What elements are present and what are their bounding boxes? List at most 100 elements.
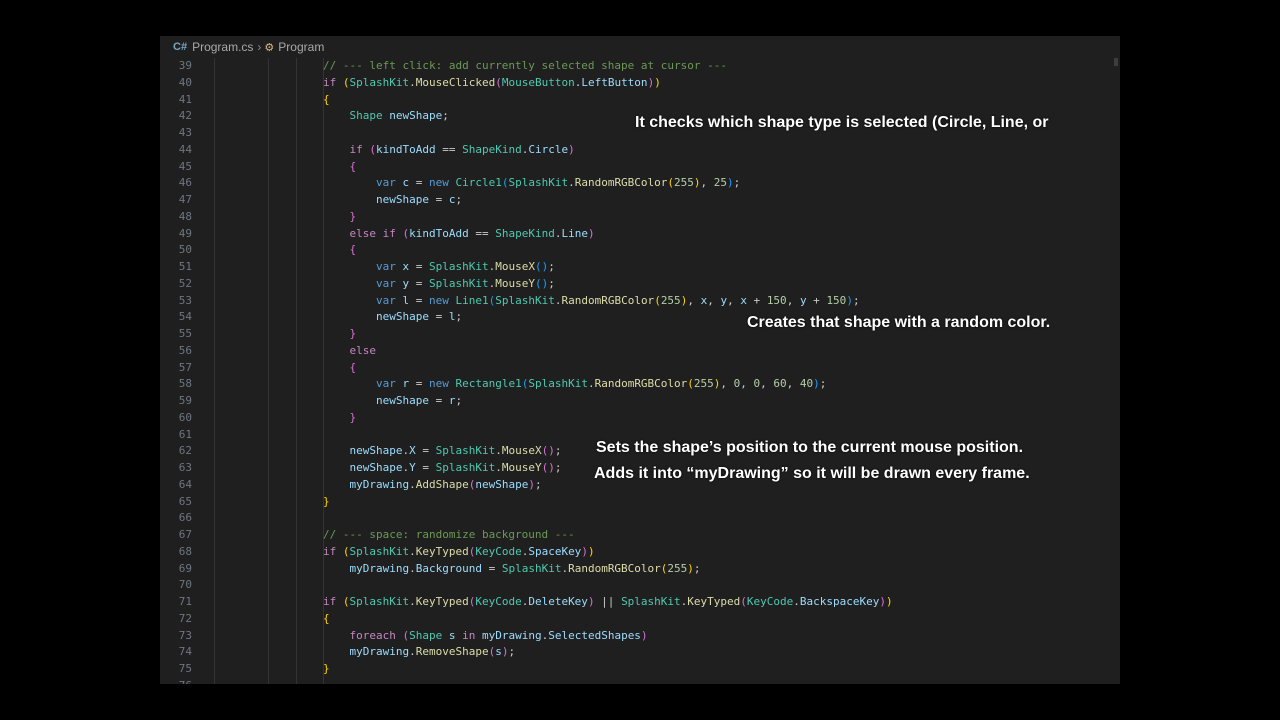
code-token: MouseY (495, 276, 535, 290)
code-line[interactable]: 47 newShape = c; (160, 192, 1120, 209)
code-line[interactable]: 57 { (160, 360, 1120, 377)
code-text: foreach (Shape s in myDrawing.SelectedSh… (323, 628, 648, 645)
code-token: () (541, 461, 555, 474)
code-token: = (409, 176, 429, 190)
code-token: var (375, 260, 403, 273)
code-token: ) (846, 293, 853, 307)
code-token: . (409, 477, 416, 491)
code-token: { (349, 360, 357, 374)
code-token: } (349, 209, 357, 223)
code-token: . (793, 595, 800, 608)
code-line[interactable]: 69 myDrawing.Background = SplashKit.Rand… (160, 561, 1120, 578)
code-line[interactable]: 49 else if (kindToAdd == ShapeKind.Line) (160, 226, 1120, 243)
code-token: Line (561, 226, 588, 240)
code-line[interactable]: 39 // --- left click: add currently selec… (160, 58, 1120, 75)
code-token: , (786, 293, 800, 307)
code-token: = (428, 310, 449, 324)
code-line[interactable]: 44 if (kindToAdd == ShapeKind.Circle) (160, 142, 1120, 159)
code-token: ; (534, 477, 542, 491)
code-token: ( (342, 595, 350, 608)
line-number: 53 (178, 293, 192, 307)
code-line[interactable]: 67 // --- space: randomize background --- (160, 527, 1120, 544)
code-token: myDrawing (481, 628, 542, 642)
code-token: } (349, 327, 357, 340)
code-line[interactable]: 76 (160, 678, 1120, 684)
code-line[interactable]: 72 { (160, 611, 1120, 628)
code-token: SpaceKey (528, 544, 582, 558)
code-token: ; (693, 561, 701, 575)
line-number: 69 (178, 561, 192, 575)
breadcrumb-file[interactable]: C# Program.cs (160, 40, 253, 54)
code-text: else if (kindToAdd == ShapeKind.Line) (323, 226, 595, 243)
code-token: = (409, 377, 429, 391)
code-line[interactable]: 48 } (160, 209, 1120, 226)
code-token: Shape (409, 628, 449, 642)
code-line[interactable]: 53 var l = new Line1(SplashKit.RandomRGB… (160, 293, 1120, 310)
breadcrumb-symbol[interactable]: ⚙ Program (264, 40, 324, 54)
code-line[interactable]: 60 } (160, 410, 1120, 427)
code-line[interactable]: 46 var c = new Circle1(SplashKit.RandomR… (160, 175, 1120, 192)
code-text: } (323, 410, 357, 427)
code-token: Y (409, 461, 416, 474)
code-line[interactable]: 73 foreach (Shape s in myDrawing.Selecte… (160, 628, 1120, 645)
code-token: ) (654, 75, 661, 89)
code-line[interactable]: 71 if (SplashKit.KeyTyped(KeyCode.DeleteK… (160, 594, 1120, 611)
code-token: SplashKit (428, 260, 489, 273)
code-token: , (687, 293, 701, 307)
code-line[interactable]: 65} (160, 494, 1120, 511)
code-line[interactable]: 56 else (160, 343, 1120, 360)
line-number: 54 (178, 310, 192, 324)
code-token: SplashKit (349, 595, 410, 608)
code-token: SplashKit (435, 461, 496, 474)
code-line[interactable]: 50 { (160, 242, 1120, 259)
code-token: ) (879, 595, 886, 608)
line-number: 42 (178, 109, 192, 123)
code-line[interactable]: 66 (160, 510, 1120, 527)
code-token: ) (640, 628, 648, 642)
code-area[interactable]: 39 // --- left click: add currently selec… (160, 58, 1120, 684)
code-token: ( (654, 293, 661, 307)
code-text: // --- space: randomize background --- (323, 527, 575, 544)
code-token: KeyTyped (415, 595, 469, 608)
code-text: if (SplashKit.KeyTyped(KeyCode.SpaceKey)… (323, 544, 595, 561)
code-token: myDrawing (349, 645, 410, 659)
scrollbar-marker[interactable] (1114, 58, 1118, 66)
code-text: newShape = c; (323, 192, 462, 209)
code-line[interactable]: 40 if (SplashKit.MouseClicked(MouseButton… (160, 75, 1120, 92)
code-line[interactable]: 52 var y = SplashKit.MouseY(); (160, 276, 1120, 293)
line-number: 76 (160, 678, 192, 684)
code-token: KeyCode (475, 595, 522, 608)
code-line[interactable]: 59 newShape = r; (160, 393, 1120, 410)
code-token: ) (568, 142, 575, 156)
code-line[interactable]: 45 { (160, 159, 1120, 176)
code-token: ) (727, 176, 734, 190)
code-text: } (323, 326, 357, 343)
code-line[interactable]: 74 myDrawing.RemoveShape(s); (160, 644, 1120, 661)
code-token: SplashKit (508, 176, 569, 190)
line-number: 55 (178, 327, 192, 340)
code-line[interactable]: 70 (160, 577, 1120, 594)
code-token: } (349, 410, 357, 424)
code-line[interactable]: 58 var r = new Rectangle1(SplashKit.Rand… (160, 376, 1120, 393)
code-line[interactable]: 68 if (SplashKit.KeyTyped(KeyCode.SpaceKe… (160, 544, 1120, 561)
code-line[interactable]: 41 { (160, 92, 1120, 109)
code-token: ) (886, 595, 893, 608)
csharp-file-icon: C# (173, 41, 188, 53)
code-token: SplashKit (428, 276, 489, 290)
code-line[interactable]: 51 var x = SplashKit.MouseX(); (160, 259, 1120, 276)
code-text: } (323, 494, 330, 511)
line-number: 48 (178, 209, 192, 223)
line-number: 50 (178, 243, 192, 257)
code-token: MouseX (495, 260, 535, 273)
code-line[interactable]: 75} (160, 661, 1120, 678)
code-editor[interactable]: C# Program.cs › ⚙ Program 39 // --- left … (160, 36, 1120, 684)
code-text: myDrawing.RemoveShape(s); (323, 644, 516, 661)
code-token: ) (813, 377, 820, 391)
